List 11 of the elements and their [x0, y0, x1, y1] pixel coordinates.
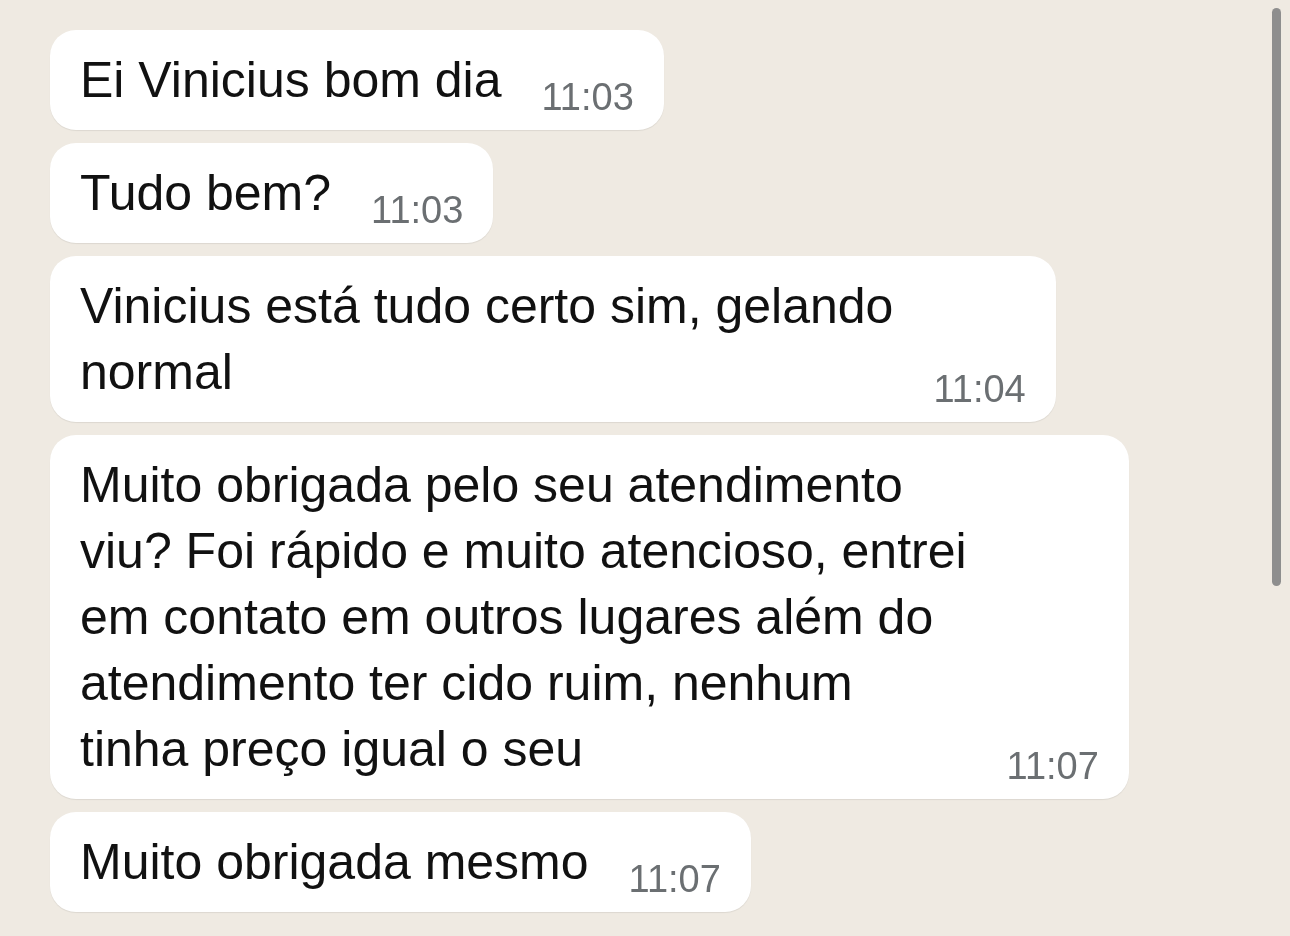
- message-time: 11:07: [1006, 744, 1099, 788]
- message-text: Vinicius está tudo certo sim, gelando normal: [80, 277, 894, 402]
- scrollbar-thumb[interactable]: [1272, 8, 1281, 586]
- message-time: 11:03: [371, 188, 464, 232]
- message-time: 11:03: [541, 75, 634, 119]
- message-text: Muito obrigada mesmo: [80, 833, 589, 892]
- message-text: Tudo bem?: [80, 164, 332, 223]
- message-time: 11:07: [628, 857, 721, 901]
- message-text: Muito obrigada pelo seu atendimento viu? Foi rápido e muito atencioso, entrei em contato em outros lugares além do atendimento ter cido ruim, nenhum tinha preço igual o seu: [80, 456, 967, 779]
- message-time: 11:04: [933, 367, 1026, 411]
- message-text: Ei Vinicius bom dia: [80, 51, 502, 110]
